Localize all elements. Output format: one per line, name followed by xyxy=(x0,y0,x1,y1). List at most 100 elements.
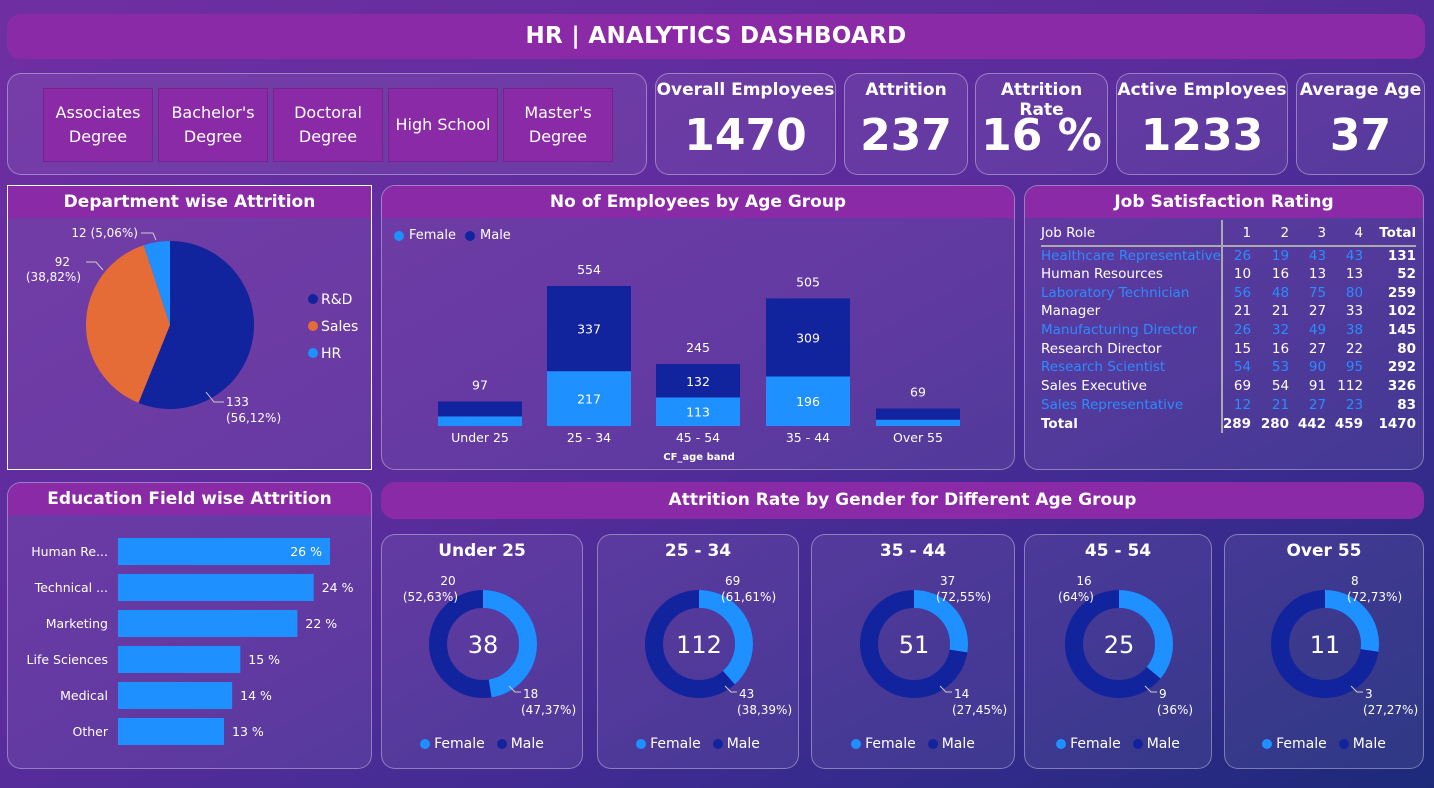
edu-value-label: 13 % xyxy=(232,724,264,739)
donut-chart[interactable]: 51 37 (72,55%) 14 (27,45%) xyxy=(812,571,1016,731)
donut-label-male-pct: (61,61%) xyxy=(721,590,776,604)
slicer-associates-degree[interactable]: Associates Degree xyxy=(43,88,153,162)
job-role-cell: Manager xyxy=(1041,302,1223,321)
legend-dot-male xyxy=(712,739,723,749)
header-total[interactable]: Total xyxy=(1363,220,1417,247)
bar-female[interactable] xyxy=(876,419,960,426)
header-4[interactable]: 4 xyxy=(1326,220,1364,247)
edu-value-label: 24 % xyxy=(322,580,354,595)
slicer-high-school[interactable]: High School xyxy=(388,88,498,162)
rating-cell: 10 xyxy=(1233,266,1252,283)
bar-male[interactable] xyxy=(438,401,522,417)
rating-cell: 38 xyxy=(1345,322,1364,339)
table-row[interactable]: Healthcare Representative 26 19 43 43 131 xyxy=(1041,246,1416,265)
legend-dot-rd xyxy=(308,294,318,304)
donut-title: Over 55 xyxy=(1286,541,1362,561)
legend-label-male[interactable]: Male xyxy=(942,736,975,752)
legend-label-male[interactable]: Male xyxy=(1147,736,1180,752)
donut-chart[interactable]: 11 8 (72,73%) 3 (27,27%) xyxy=(1225,571,1425,731)
legend-label-rd[interactable]: R&D xyxy=(321,292,352,308)
table-row[interactable]: Manufacturing Director 26 32 49 38 145 xyxy=(1041,320,1416,340)
rating-cell: 56 xyxy=(1233,284,1252,301)
rating-cell: 27 xyxy=(1308,396,1327,413)
edu-bar[interactable] xyxy=(118,610,298,637)
table-row[interactable]: Laboratory Technician 56 48 75 80 259 xyxy=(1041,283,1416,303)
rating-cell: 53 xyxy=(1271,359,1290,376)
table-row[interactable]: Manager 21 21 27 33 102 xyxy=(1041,302,1416,321)
edu-bar[interactable] xyxy=(118,574,314,601)
legend-label-male[interactable]: Male xyxy=(1353,736,1386,752)
bar-total-label: 69 xyxy=(910,385,926,400)
slicer-bachelors-degree[interactable]: Bachelor's Degree xyxy=(158,88,268,162)
donut-chart[interactable]: 25 16 (64%) 9 (36%) xyxy=(1025,571,1213,731)
rating-cell: 16 xyxy=(1271,340,1290,357)
education-field-panel[interactable]: Education Field wise Attrition Human Re.… xyxy=(7,482,372,769)
bar-label-male: 132 xyxy=(686,374,710,389)
rating-cell: 13 xyxy=(1308,266,1327,283)
age-group-bar-chart[interactable]: CF_age band 97 Under 25 217 337 554 25 - 34 11… xyxy=(382,218,1014,468)
legend-label-male[interactable]: Male xyxy=(511,736,544,752)
header-1[interactable]: 1 xyxy=(1221,220,1252,247)
header-2[interactable]: 2 xyxy=(1251,220,1290,247)
table-row[interactable]: Research Scientist 54 53 90 95 292 xyxy=(1041,358,1416,377)
donut-card[interactable]: 45 - 54 Female Male 25 16 (64%) 9 (36%) xyxy=(1024,534,1212,769)
kpi-label: Overall Employees xyxy=(656,80,835,100)
donut-label-male-value: 20 xyxy=(440,574,455,588)
donut-card[interactable]: Over 55 Female Male 11 8 (72,73%) 3 (27,27%) xyxy=(1224,534,1424,769)
legend-label-hr[interactable]: HR xyxy=(321,346,342,362)
table-row[interactable]: Sales Executive 69 54 91 112 326 xyxy=(1041,376,1416,396)
rating-cell: 43 xyxy=(1345,247,1364,264)
legend-label-female[interactable]: Female xyxy=(1070,736,1121,752)
gender-age-title: Attrition Rate by Gender for Different A… xyxy=(381,482,1424,519)
department-attrition-panel[interactable]: Department wise Attrition 12 (5,06%) 92 … xyxy=(7,185,372,470)
header-3[interactable]: 3 xyxy=(1289,220,1327,247)
donut-label-female-pct: (36%) xyxy=(1157,703,1193,717)
job-satisfaction-panel[interactable]: Job Satisfaction Rating Job Role 1 2 3 4… xyxy=(1024,185,1424,470)
legend-label-female[interactable]: Female xyxy=(1276,736,1327,752)
donut-chart[interactable]: 38 20 (52,63%) 18 (47,37%) xyxy=(382,571,584,731)
edu-value-label: 15 % xyxy=(248,652,280,667)
dashboard-title: HR | ANALYTICS DASHBOARD xyxy=(7,14,1425,59)
education-bar-chart[interactable]: Human Re... 26 % Technical ... 24 % Marketin… xyxy=(8,517,371,767)
slicer-doctoral-degree[interactable]: Doctoral Degree xyxy=(273,88,383,162)
donut-label-female-value: 43 xyxy=(739,687,754,701)
donut-card[interactable]: 35 - 44 Female Male 51 37 (72,55%) 14 (27,45%) xyxy=(811,534,1015,769)
job-role-cell: Sales Representative xyxy=(1041,395,1223,415)
bar-female[interactable] xyxy=(438,416,522,426)
header-job-role[interactable]: Job Role xyxy=(1041,220,1223,247)
rating-cell: 54 xyxy=(1233,359,1252,376)
edu-category-label: Other xyxy=(73,724,109,739)
donut-legend: Female Male xyxy=(1225,736,1423,752)
table-row[interactable]: Research Director 15 16 27 22 80 xyxy=(1041,339,1416,359)
legend-label-female[interactable]: Female xyxy=(650,736,701,752)
table-row[interactable]: Human Resources 10 16 13 13 52 xyxy=(1041,264,1417,284)
donut-center-value: 25 xyxy=(1104,631,1135,659)
donut-label-female-value: 9 xyxy=(1159,687,1167,701)
age-group-panel[interactable]: No of Employees by Age Group Female Male… xyxy=(381,185,1015,470)
donut-title: 35 - 44 xyxy=(879,541,947,561)
table-row[interactable]: Sales Representative 12 21 27 23 83 xyxy=(1041,395,1416,415)
slicer-masters-degree[interactable]: Master's Degree xyxy=(503,88,613,162)
kpi-value: 37 xyxy=(1329,110,1392,161)
legend-label-female[interactable]: Female xyxy=(865,736,916,752)
donut-chart[interactable]: 112 69 (61,61%) 43 (38,39%) xyxy=(598,571,800,731)
edu-category-label: Human Re... xyxy=(31,544,108,559)
edu-bar[interactable] xyxy=(118,682,233,709)
bar-label-female: 196 xyxy=(796,394,820,409)
leader-line-hr xyxy=(141,232,157,241)
job-role-cell: Laboratory Technician xyxy=(1041,283,1223,303)
donut-card[interactable]: Under 25 Female Male 38 20 (52,63%) 18 (47,37%) xyxy=(381,534,583,769)
donut-title: 45 - 54 xyxy=(1084,541,1152,561)
legend-label-male[interactable]: Male xyxy=(727,736,760,752)
donut-card[interactable]: 25 - 34 Female Male 112 69 (61,61%) 43 (38,39%) xyxy=(597,534,799,769)
x-tick-label: Over 55 xyxy=(893,430,943,445)
pie-label-rd-pct: (56,12%) xyxy=(226,411,281,425)
edu-bar[interactable] xyxy=(118,718,224,745)
bar-male[interactable] xyxy=(876,408,960,420)
legend-label-sales[interactable]: Sales xyxy=(321,319,358,335)
table-total-row: Total 289 280 442 459 1470 xyxy=(1041,414,1416,433)
total-cell: 52 xyxy=(1397,266,1417,283)
department-pie-chart[interactable]: 12 (5,06%) 92 (38,82%) 133 (56,12%) R&D … xyxy=(8,218,371,468)
edu-bar[interactable] xyxy=(118,646,241,673)
legend-label-female[interactable]: Female xyxy=(434,736,485,752)
